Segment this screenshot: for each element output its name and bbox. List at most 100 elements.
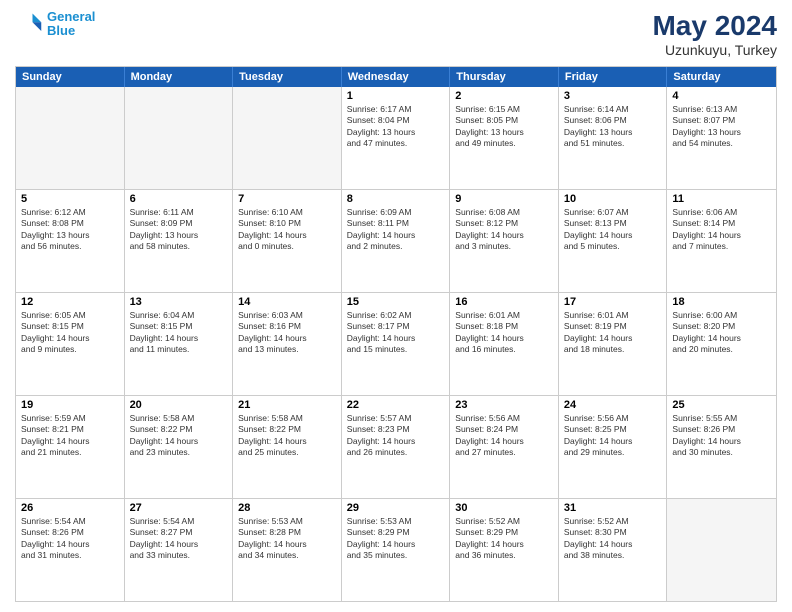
day-header-monday: Monday <box>125 67 234 87</box>
day-cell: 8Sunrise: 6:09 AM Sunset: 8:11 PM Daylig… <box>342 190 451 292</box>
day-number: 3 <box>564 90 662 102</box>
day-cell: 1 Sunrise: 6:17 AM Sunset: 8:04 PM Daylig… <box>342 87 451 189</box>
day-info: Sunrise: 6:07 AM Sunset: 8:13 PM Dayligh… <box>564 207 662 253</box>
day-number: 2 <box>455 90 553 102</box>
day-info: Sunrise: 5:54 AM Sunset: 8:27 PM Dayligh… <box>130 516 228 562</box>
day-number: 11 <box>672 193 771 205</box>
day-number: 9 <box>455 193 553 205</box>
day-info: Sunrise: 6:12 AM Sunset: 8:08 PM Dayligh… <box>21 207 119 253</box>
day-cell: 23Sunrise: 5:56 AM Sunset: 8:24 PM Dayli… <box>450 396 559 498</box>
day-info: Sunrise: 5:52 AM Sunset: 8:30 PM Dayligh… <box>564 516 662 562</box>
day-info: Sunrise: 6:17 AM Sunset: 8:04 PM Dayligh… <box>347 104 445 150</box>
day-header-thursday: Thursday <box>450 67 559 87</box>
day-cell: 22Sunrise: 5:57 AM Sunset: 8:23 PM Dayli… <box>342 396 451 498</box>
day-info: Sunrise: 6:04 AM Sunset: 8:15 PM Dayligh… <box>130 310 228 356</box>
day-cell: 7 Sunrise: 6:10 AM Sunset: 8:10 PM Daylig… <box>233 190 342 292</box>
day-cell: 5Sunrise: 6:12 AM Sunset: 8:08 PM Daylig… <box>16 190 125 292</box>
day-cell: 6 Sunrise: 6:11 AM Sunset: 8:09 PM Daylig… <box>125 190 234 292</box>
weeks-container: 1 Sunrise: 6:17 AM Sunset: 8:04 PM Daylig… <box>16 87 776 601</box>
day-cell: 16Sunrise: 6:01 AM Sunset: 8:18 PM Dayli… <box>450 293 559 395</box>
day-info: Sunrise: 5:52 AM Sunset: 8:29 PM Dayligh… <box>455 516 553 562</box>
day-header-wednesday: Wednesday <box>342 67 451 87</box>
day-cell: 21 Sunrise: 5:58 AM Sunset: 8:22 PM Dayli… <box>233 396 342 498</box>
day-info: Sunrise: 6:08 AM Sunset: 8:12 PM Dayligh… <box>455 207 553 253</box>
day-cell: 29Sunrise: 5:53 AM Sunset: 8:29 PM Dayli… <box>342 499 451 601</box>
logo-line1: General <box>47 9 95 24</box>
day-cell: 30 Sunrise: 5:52 AM Sunset: 8:29 PM Dayli… <box>450 499 559 601</box>
day-cell: 24Sunrise: 5:56 AM Sunset: 8:25 PM Dayli… <box>559 396 668 498</box>
day-info: Sunrise: 6:14 AM Sunset: 8:06 PM Dayligh… <box>564 104 662 150</box>
week-row: 12 Sunrise: 6:05 AM Sunset: 8:15 PM Dayli… <box>16 292 776 395</box>
day-number: 27 <box>130 502 228 514</box>
header: General Blue May 2024 Uzunkuyu, Turkey <box>15 10 777 58</box>
day-info: Sunrise: 5:53 AM Sunset: 8:29 PM Dayligh… <box>347 516 445 562</box>
day-info: Sunrise: 5:53 AM Sunset: 8:28 PM Dayligh… <box>238 516 336 562</box>
day-cell <box>125 87 234 189</box>
day-info: Sunrise: 6:06 AM Sunset: 8:14 PM Dayligh… <box>672 207 771 253</box>
day-number: 19 <box>21 399 119 411</box>
calendar: SundayMondayTuesdayWednesdayThursdayFrid… <box>15 66 777 602</box>
day-cell: 26 Sunrise: 5:54 AM Sunset: 8:26 PM Dayli… <box>16 499 125 601</box>
day-info: Sunrise: 5:58 AM Sunset: 8:22 PM Dayligh… <box>238 413 336 459</box>
day-number: 12 <box>21 296 119 308</box>
day-cell: 28 Sunrise: 5:53 AM Sunset: 8:28 PM Dayli… <box>233 499 342 601</box>
week-row: 1 Sunrise: 6:17 AM Sunset: 8:04 PM Daylig… <box>16 87 776 189</box>
day-info: Sunrise: 6:02 AM Sunset: 8:17 PM Dayligh… <box>347 310 445 356</box>
day-cell: 19Sunrise: 5:59 AM Sunset: 8:21 PM Dayli… <box>16 396 125 498</box>
week-row: 5Sunrise: 6:12 AM Sunset: 8:08 PM Daylig… <box>16 189 776 292</box>
day-cell: 14 Sunrise: 6:03 AM Sunset: 8:16 PM Dayli… <box>233 293 342 395</box>
day-cell <box>233 87 342 189</box>
day-info: Sunrise: 6:03 AM Sunset: 8:16 PM Dayligh… <box>238 310 336 356</box>
logo-line2: Blue <box>47 23 75 38</box>
day-info: Sunrise: 6:00 AM Sunset: 8:20 PM Dayligh… <box>672 310 771 356</box>
day-cell: 17 Sunrise: 6:01 AM Sunset: 8:19 PM Dayli… <box>559 293 668 395</box>
day-cell: 13Sunrise: 6:04 AM Sunset: 8:15 PM Dayli… <box>125 293 234 395</box>
day-header-friday: Friday <box>559 67 668 87</box>
day-info: Sunrise: 5:58 AM Sunset: 8:22 PM Dayligh… <box>130 413 228 459</box>
day-number: 21 <box>238 399 336 411</box>
day-info: Sunrise: 6:09 AM Sunset: 8:11 PM Dayligh… <box>347 207 445 253</box>
day-cell <box>667 499 776 601</box>
day-number: 1 <box>347 90 445 102</box>
day-cell: 31Sunrise: 5:52 AM Sunset: 8:30 PM Dayli… <box>559 499 668 601</box>
day-number: 25 <box>672 399 771 411</box>
day-info: Sunrise: 6:13 AM Sunset: 8:07 PM Dayligh… <box>672 104 771 150</box>
day-number: 4 <box>672 90 771 102</box>
day-cell: 15Sunrise: 6:02 AM Sunset: 8:17 PM Dayli… <box>342 293 451 395</box>
day-number: 30 <box>455 502 553 514</box>
page: General Blue May 2024 Uzunkuyu, Turkey S… <box>0 0 792 612</box>
day-info: Sunrise: 5:56 AM Sunset: 8:24 PM Dayligh… <box>455 413 553 459</box>
day-number: 18 <box>672 296 771 308</box>
day-number: 14 <box>238 296 336 308</box>
day-info: Sunrise: 6:10 AM Sunset: 8:10 PM Dayligh… <box>238 207 336 253</box>
day-number: 17 <box>564 296 662 308</box>
day-number: 7 <box>238 193 336 205</box>
week-row: 26 Sunrise: 5:54 AM Sunset: 8:26 PM Dayli… <box>16 498 776 601</box>
day-info: Sunrise: 6:05 AM Sunset: 8:15 PM Dayligh… <box>21 310 119 356</box>
location: Uzunkuyu, Turkey <box>652 42 777 58</box>
day-info: Sunrise: 6:11 AM Sunset: 8:09 PM Dayligh… <box>130 207 228 253</box>
day-cell: 9 Sunrise: 6:08 AM Sunset: 8:12 PM Daylig… <box>450 190 559 292</box>
day-cell: 3 Sunrise: 6:14 AM Sunset: 8:06 PM Daylig… <box>559 87 668 189</box>
day-info: Sunrise: 5:56 AM Sunset: 8:25 PM Dayligh… <box>564 413 662 459</box>
month-title: May 2024 <box>652 10 777 42</box>
day-header-saturday: Saturday <box>667 67 776 87</box>
day-number: 10 <box>564 193 662 205</box>
day-cell: 25 Sunrise: 5:55 AM Sunset: 8:26 PM Dayli… <box>667 396 776 498</box>
day-cell: 20Sunrise: 5:58 AM Sunset: 8:22 PM Dayli… <box>125 396 234 498</box>
day-number: 6 <box>130 193 228 205</box>
day-info: Sunrise: 6:01 AM Sunset: 8:19 PM Dayligh… <box>564 310 662 356</box>
day-info: Sunrise: 5:54 AM Sunset: 8:26 PM Dayligh… <box>21 516 119 562</box>
day-number: 22 <box>347 399 445 411</box>
day-cell: 10 Sunrise: 6:07 AM Sunset: 8:13 PM Dayli… <box>559 190 668 292</box>
day-headers: SundayMondayTuesdayWednesdayThursdayFrid… <box>16 67 776 87</box>
logo: General Blue <box>15 10 95 39</box>
day-cell: 2Sunrise: 6:15 AM Sunset: 8:05 PM Daylig… <box>450 87 559 189</box>
logo-text: General Blue <box>47 10 95 39</box>
day-cell: 12 Sunrise: 6:05 AM Sunset: 8:15 PM Dayli… <box>16 293 125 395</box>
day-number: 26 <box>21 502 119 514</box>
day-number: 28 <box>238 502 336 514</box>
day-cell <box>16 87 125 189</box>
day-info: Sunrise: 5:55 AM Sunset: 8:26 PM Dayligh… <box>672 413 771 459</box>
day-header-sunday: Sunday <box>16 67 125 87</box>
